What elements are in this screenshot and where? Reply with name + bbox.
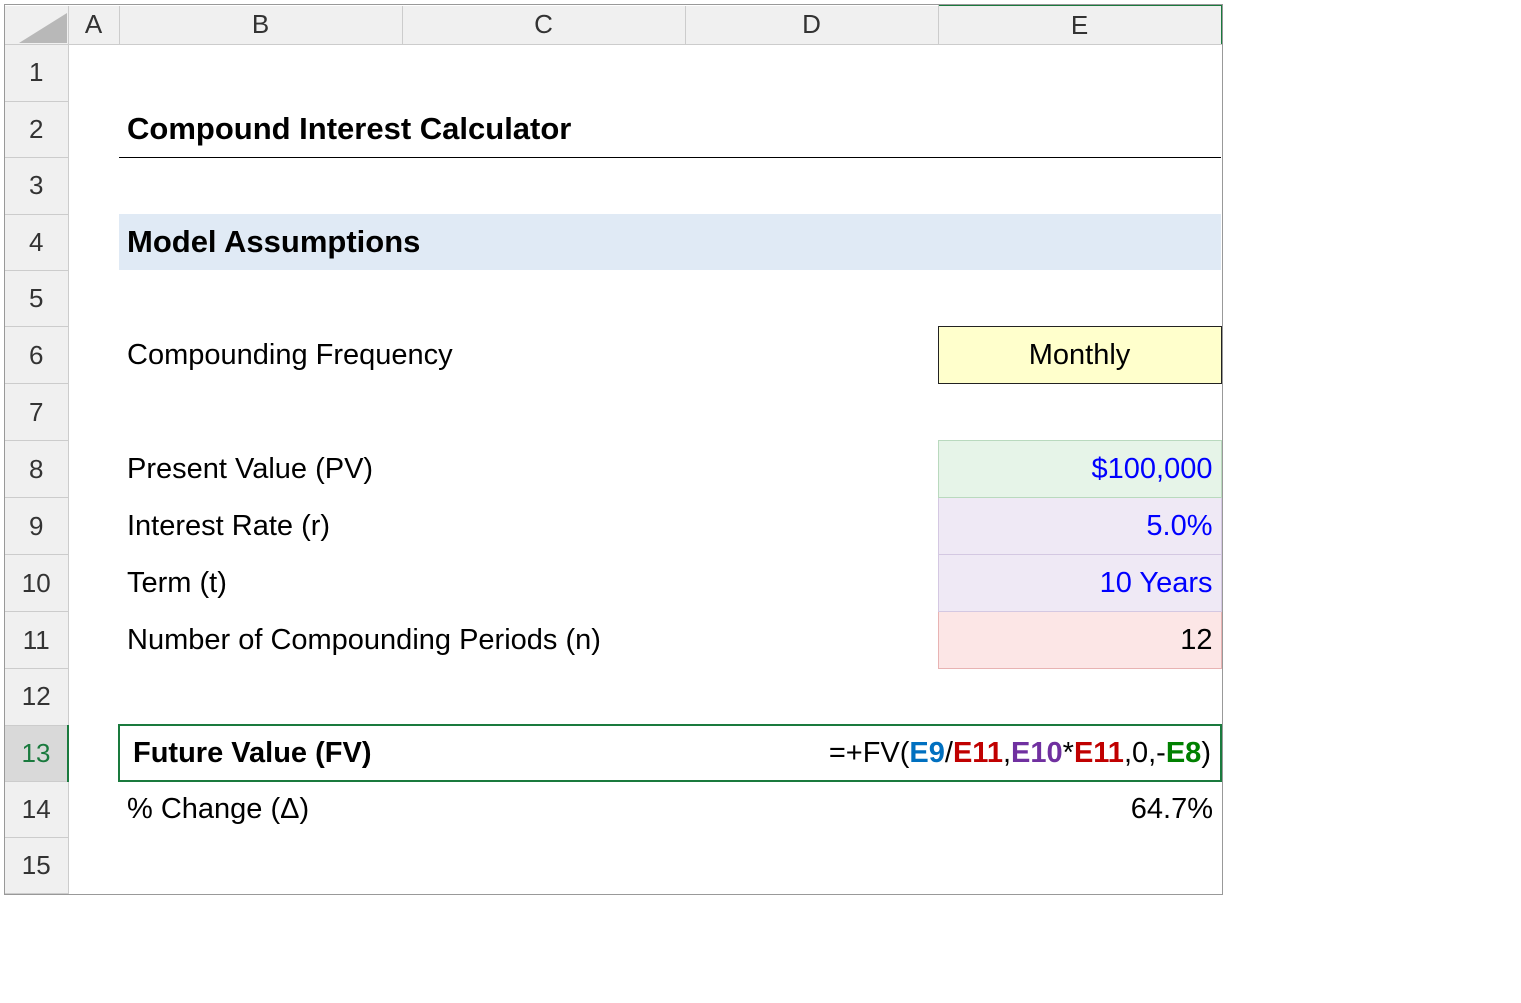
row-header-3[interactable]: 3 <box>5 158 68 215</box>
label-term[interactable]: Term (t) <box>119 555 938 612</box>
cell-E5[interactable] <box>938 270 1221 327</box>
label-periods[interactable]: Number of Compounding Periods (n) <box>119 612 938 669</box>
row-header-15[interactable]: 15 <box>5 837 68 893</box>
cell-A13[interactable] <box>68 725 119 781</box>
cell-A5[interactable] <box>68 270 119 327</box>
row-header-4[interactable]: 4 <box>5 214 68 270</box>
label-fv: Future Value (FV) <box>119 737 371 770</box>
select-all-corner[interactable] <box>5 6 68 45</box>
cell-D5[interactable] <box>685 270 938 327</box>
cell-B7[interactable] <box>119 384 402 441</box>
cell-D12[interactable] <box>685 669 938 726</box>
col-header-A[interactable]: A <box>68 6 119 45</box>
value-change[interactable]: 64.7% <box>938 781 1221 837</box>
row-header-5[interactable]: 5 <box>5 270 68 327</box>
input-periods[interactable]: 12 <box>938 612 1221 669</box>
cell-A3[interactable] <box>68 158 119 215</box>
cell-D15[interactable] <box>685 837 938 893</box>
row-header-2[interactable]: 2 <box>5 101 68 158</box>
row-header-7[interactable]: 7 <box>5 384 68 441</box>
cell-B12[interactable] <box>119 669 402 726</box>
cell-B5[interactable] <box>119 270 402 327</box>
input-pv[interactable]: $100,000 <box>938 441 1221 498</box>
cell-C7[interactable] <box>402 384 685 441</box>
formula-display: =+FV(E9/E11,E10*E11,0,-E8) <box>829 737 1211 770</box>
row-header-13[interactable]: 13 <box>5 725 68 781</box>
label-pv[interactable]: Present Value (PV) <box>119 441 938 498</box>
cell-B3[interactable] <box>119 158 402 215</box>
fv-row-selected[interactable]: Future Value (FV) =+FV(E9/E11,E10*E11,0,… <box>119 725 1221 781</box>
cell-A12[interactable] <box>68 669 119 726</box>
row-header-1[interactable]: 1 <box>5 45 68 102</box>
cell-A14[interactable] <box>68 781 119 837</box>
cell-D3[interactable] <box>685 158 938 215</box>
cell-A10[interactable] <box>68 555 119 612</box>
cell-A1[interactable] <box>68 45 119 102</box>
cell-E15[interactable] <box>938 837 1221 893</box>
cell-E1[interactable] <box>938 45 1221 102</box>
col-header-C[interactable]: C <box>402 6 685 45</box>
cell-E3[interactable] <box>938 158 1221 215</box>
col-header-B[interactable]: B <box>119 6 402 45</box>
row-header-9[interactable]: 9 <box>5 498 68 555</box>
col-header-D[interactable]: D <box>685 6 938 45</box>
spreadsheet: A B C D E 1 2 Compound Interest Calculat… <box>4 4 1223 895</box>
label-rate[interactable]: Interest Rate (r) <box>119 498 938 555</box>
cell-A4[interactable] <box>68 214 119 270</box>
cell-C5[interactable] <box>402 270 685 327</box>
cell-E12[interactable] <box>938 669 1221 726</box>
cell-A11[interactable] <box>68 612 119 669</box>
row-header-12[interactable]: 12 <box>5 669 68 726</box>
col-header-E[interactable]: E <box>938 6 1221 45</box>
row-header-14[interactable]: 14 <box>5 781 68 837</box>
cell-D1[interactable] <box>685 45 938 102</box>
cell-B1[interactable] <box>119 45 402 102</box>
input-term[interactable]: 10 Years <box>938 555 1221 612</box>
cell-D7[interactable] <box>685 384 938 441</box>
cell-B15[interactable] <box>119 837 402 893</box>
cell-C3[interactable] <box>402 158 685 215</box>
cell-E7[interactable] <box>938 384 1221 441</box>
row-header-10[interactable]: 10 <box>5 555 68 612</box>
row-header-6[interactable]: 6 <box>5 327 68 384</box>
cell-A8[interactable] <box>68 441 119 498</box>
cell-C12[interactable] <box>402 669 685 726</box>
cell-A15[interactable] <box>68 837 119 893</box>
cell-A9[interactable] <box>68 498 119 555</box>
label-frequency[interactable]: Compounding Frequency <box>119 327 938 384</box>
cell-A2[interactable] <box>68 101 119 158</box>
label-change[interactable]: % Change (Δ) <box>119 781 938 837</box>
cell-A7[interactable] <box>68 384 119 441</box>
subheader-cell[interactable]: Model Assumptions <box>119 214 1221 270</box>
cell-C15[interactable] <box>402 837 685 893</box>
title-cell[interactable]: Compound Interest Calculator <box>119 101 1221 158</box>
input-rate[interactable]: 5.0% <box>938 498 1221 555</box>
row-header-8[interactable]: 8 <box>5 441 68 498</box>
cell-C1[interactable] <box>402 45 685 102</box>
cell-A6[interactable] <box>68 327 119 384</box>
input-frequency[interactable]: Monthly <box>938 327 1221 384</box>
row-header-11[interactable]: 11 <box>5 612 68 669</box>
